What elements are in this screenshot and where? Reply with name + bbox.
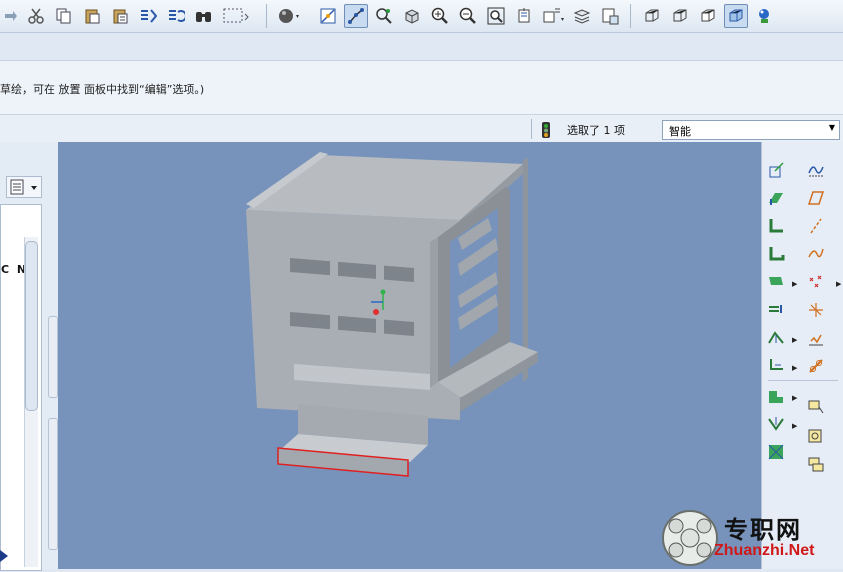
copy-icon[interactable] (52, 4, 76, 28)
find-icon[interactable] (192, 4, 216, 28)
orient-icon[interactable] (400, 4, 424, 28)
chevron-down-icon: ▼ (828, 123, 835, 132)
select-box-icon[interactable] (220, 4, 252, 28)
flyout-arrow-icon[interactable]: ▶ (792, 422, 797, 430)
zoom-fit-icon[interactable] (484, 4, 508, 28)
twist-wall-icon[interactable] (766, 300, 786, 320)
undo-dropdown-icon[interactable] (0, 4, 20, 28)
watermark-url: Zhuanzhi.Net (714, 542, 815, 559)
model-tree-panel: C N (0, 142, 59, 571)
extend-wall-icon[interactable] (766, 272, 786, 292)
flyout-arrow-icon[interactable]: ▶ (836, 280, 841, 288)
zoom-in-icon[interactable] (428, 4, 452, 28)
model-slot-bar (376, 318, 384, 336)
saved-orientation-icon[interactable] (540, 4, 568, 28)
watermark: 专职网 Zhuanzhi.Net (660, 508, 840, 568)
feature-toolbar: ▶ ▶ ▶ ▶ ▶ ▶ (761, 142, 843, 569)
deform-area-icon[interactable] (766, 414, 786, 434)
analysis-icon[interactable] (806, 328, 826, 348)
selection-filter-value: 智能 (669, 125, 691, 138)
paste-special-icon[interactable] (108, 4, 132, 28)
reference-annotation-icon[interactable] (806, 426, 826, 446)
plane-icon[interactable] (766, 160, 786, 180)
panel-splitter-handle[interactable] (48, 316, 58, 398)
tree-scroll-thumb[interactable] (25, 241, 38, 411)
datum-display-icon[interactable] (344, 4, 368, 28)
datum-axis-icon[interactable] (806, 216, 826, 236)
coordinate-system-icon[interactable] (806, 300, 826, 320)
watermark-logo-icon (662, 510, 718, 566)
chain-icon[interactable] (806, 356, 826, 376)
status-separator (531, 119, 532, 139)
selection-status: 选取了 1 项 (567, 124, 625, 137)
traffic-light-icon (540, 121, 552, 142)
flat-pattern-icon[interactable] (766, 442, 786, 462)
paste-icon[interactable] (80, 4, 104, 28)
model-slot-bar (330, 260, 338, 278)
model-slot-bar (330, 314, 338, 332)
toolbar-separator (266, 4, 267, 28)
cut-icon[interactable] (24, 4, 48, 28)
message-text: 草绘，可在 放置 面板中找到“编辑”选项。) (0, 83, 205, 96)
graphics-viewport[interactable] (58, 142, 761, 569)
layers-icon[interactable] (570, 4, 594, 28)
refit-icon[interactable] (316, 4, 340, 28)
triad-y-tip (380, 289, 386, 295)
flange-wall-icon[interactable] (766, 244, 786, 264)
selection-filter-dropdown[interactable]: 智能 ▼ (662, 120, 840, 140)
datum-plane-icon[interactable] (806, 188, 826, 208)
model-tree-icon[interactable] (752, 4, 776, 28)
shading-icon[interactable] (724, 4, 748, 28)
triad-origin (373, 309, 379, 315)
flyout-arrow-icon[interactable]: ▶ (792, 394, 797, 402)
model-tree-list[interactable]: C N (0, 204, 42, 571)
primary-wall-icon[interactable] (766, 188, 786, 208)
corner-relief-icon[interactable] (766, 386, 786, 406)
regenerate-icon[interactable] (136, 4, 160, 28)
appearance-icon[interactable] (274, 4, 304, 28)
unbend-icon[interactable] (766, 328, 786, 348)
flyout-arrow-icon[interactable]: ▶ (792, 280, 797, 288)
panel-splitter-handle-lower[interactable] (48, 418, 58, 550)
watermark-chinese: 专职网 (724, 515, 802, 544)
main-toolbar (0, 0, 843, 33)
annotation-icon[interactable] (598, 4, 622, 28)
message-area: 草绘，可在 放置 面板中找到“编辑”选项。) (0, 60, 843, 115)
model-slot-bar (376, 264, 384, 282)
no-hidden-icon[interactable] (696, 4, 720, 28)
tree-bottom-icon (0, 546, 10, 569)
hidden-line-icon[interactable] (668, 4, 692, 28)
regenerate-manager-icon[interactable] (164, 4, 188, 28)
flat-wall-icon[interactable] (766, 216, 786, 236)
tree-settings-button[interactable] (6, 176, 42, 198)
toolbar-separator (630, 4, 631, 28)
selection-bar: 选取了 1 项 智能 ▼ (0, 114, 843, 144)
tree-settings-icon (10, 179, 37, 195)
bend-back-icon[interactable] (766, 356, 786, 376)
datum-annotation-icon[interactable] (806, 454, 826, 474)
annotation-feature-icon[interactable] (806, 398, 826, 418)
spin-center-icon[interactable] (372, 4, 396, 28)
datum-point-icon[interactable] (806, 272, 826, 292)
wireframe-icon[interactable] (640, 4, 664, 28)
sketch-curve-icon[interactable] (806, 160, 826, 180)
datum-curve-icon[interactable] (806, 244, 826, 264)
model-3d-view[interactable] (58, 142, 761, 569)
flyout-arrow-icon[interactable]: ▶ (792, 336, 797, 344)
toolbar-separator (768, 380, 838, 381)
zoom-out-icon[interactable] (456, 4, 480, 28)
named-views-icon[interactable] (512, 4, 536, 28)
model-inner-frame (430, 237, 438, 388)
flyout-arrow-icon[interactable]: ▶ (792, 364, 797, 372)
